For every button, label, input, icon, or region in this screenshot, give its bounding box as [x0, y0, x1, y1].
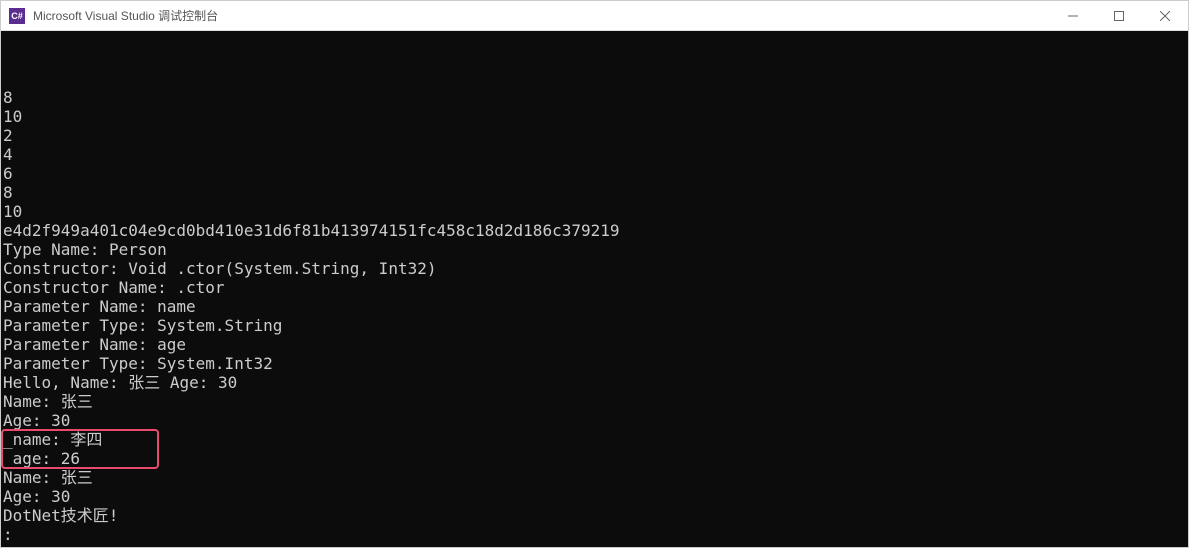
console-line: :: [3, 525, 1186, 544]
console-line: Age: 30: [3, 411, 1186, 430]
window-title: Microsoft Visual Studio 调试控制台: [33, 7, 1050, 24]
app-icon: C#: [9, 8, 25, 24]
minimize-button[interactable]: [1050, 1, 1096, 30]
console-line: Age: 30: [3, 487, 1186, 506]
console-line: Constructor Name: .ctor: [3, 278, 1186, 297]
console-line: DotNet技术匠!: [3, 506, 1186, 525]
console-line: !: [3, 544, 1186, 547]
console-line: Name: 张三: [3, 392, 1186, 411]
console-line: Type Name: Person: [3, 240, 1186, 259]
console-line: Parameter Name: age: [3, 335, 1186, 354]
console-line: e4d2f949a401c04e9cd0bd410e31d6f81b413974…: [3, 221, 1186, 240]
console-line: Parameter Name: name: [3, 297, 1186, 316]
console-line: Parameter Type: System.String: [3, 316, 1186, 335]
console-line: 4: [3, 145, 1186, 164]
console-line: 8: [3, 183, 1186, 202]
window-controls: [1050, 1, 1188, 30]
console-line: 2: [3, 126, 1186, 145]
console-line: 10: [3, 202, 1186, 221]
maximize-button[interactable]: [1096, 1, 1142, 30]
console-window: C# Microsoft Visual Studio 调试控制台 8102468…: [0, 0, 1189, 548]
console-line: Parameter Type: System.Int32: [3, 354, 1186, 373]
console-line: 8: [3, 88, 1186, 107]
console-output[interactable]: 810246810e4d2f949a401c04e9cd0bd410e31d6f…: [1, 31, 1188, 547]
close-button[interactable]: [1142, 1, 1188, 30]
console-line: Name: 张三: [3, 468, 1186, 487]
console-line: 10: [3, 107, 1186, 126]
console-line: _name: 李四: [3, 430, 1186, 449]
titlebar[interactable]: C# Microsoft Visual Studio 调试控制台: [1, 1, 1188, 31]
console-line: _age: 26: [3, 449, 1186, 468]
console-line: Constructor: Void .ctor(System.String, I…: [3, 259, 1186, 278]
console-line: Hello, Name: 张三 Age: 30: [3, 373, 1186, 392]
console-line: 6: [3, 164, 1186, 183]
